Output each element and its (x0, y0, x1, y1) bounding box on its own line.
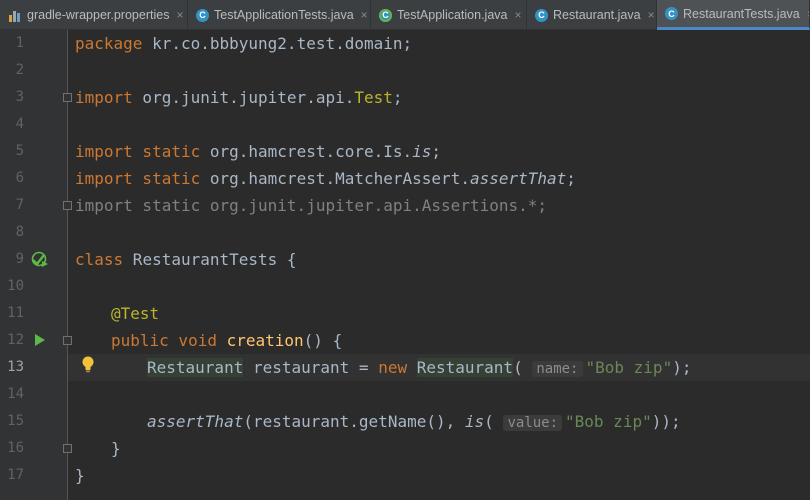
statement-end: ); (672, 358, 692, 377)
line-number: 16 (7, 440, 24, 456)
editor-tab-bar: gradle-wrapper.properties × C TestApplic… (0, 0, 810, 30)
code-line-7: import static org.junit.jupiter.api.Asse… (75, 196, 548, 215)
import-package: org.hamcrest.core.Is. (200, 142, 413, 161)
import-package: org.junit.jupiter.api. (132, 88, 355, 107)
class-icon: C (665, 7, 678, 20)
properties-icon (8, 9, 22, 22)
code-line-11: @Test (111, 300, 159, 327)
import-class: Test (354, 88, 393, 107)
type-name: Restaurant (147, 358, 244, 377)
tab-label: Restaurant.java (553, 8, 641, 22)
close-icon[interactable]: × (648, 8, 655, 22)
line-number: 17 (7, 467, 24, 483)
keyword: package (75, 34, 143, 53)
code-line-3: import org.junit.jupiter.api.Test; (75, 84, 403, 111)
import-member: is (412, 142, 432, 161)
tab-restaurant-java[interactable]: C Restaurant.java × (527, 0, 657, 30)
string-literal: "Bob zip" (585, 358, 673, 377)
line-number-current: 13 (7, 359, 24, 375)
variable-assign: restaurant = (243, 358, 379, 377)
line-number: 8 (15, 224, 24, 240)
code-line-13: Restaurant restaurant = new Restaurant( … (147, 354, 691, 381)
code-line-16: } (111, 439, 121, 458)
package-name: kr.co.bbbyung2.test.domain; (142, 34, 413, 53)
constructor-name: Restaurant (416, 358, 514, 377)
code-line-9: class RestaurantTests { (75, 246, 297, 273)
spring-class-icon: C (379, 8, 392, 22)
method-call: assertThat (147, 412, 244, 431)
keyword: import (75, 88, 133, 107)
keyword: import static (75, 169, 201, 188)
semicolon: ; (566, 169, 576, 188)
fold-marker-icon[interactable] (63, 93, 72, 102)
close-icon[interactable]: × (361, 8, 368, 22)
keyword: public void (111, 331, 217, 350)
line-number: 11 (7, 305, 24, 321)
statement-end: )); (651, 412, 681, 431)
line-number: 9 (15, 251, 24, 267)
semicolon: ; (392, 88, 403, 107)
keyword: class (75, 250, 124, 269)
import-member: assertThat (469, 169, 567, 188)
fold-marker-icon[interactable] (63, 336, 72, 345)
class-declaration: RestaurantTests { (123, 250, 297, 269)
fold-marker-icon[interactable] (63, 444, 72, 453)
import-package: org.hamcrest.MatcherAssert. (200, 169, 470, 188)
line-number: 15 (7, 413, 24, 429)
code-line-6: import static org.hamcrest.MatcherAssert… (75, 165, 576, 192)
code-line-12: public void creation() { (111, 327, 342, 354)
run-test-icon[interactable] (34, 333, 46, 347)
class-icon: C (196, 8, 209, 22)
tab-label: RestaurantTests.java (683, 6, 800, 21)
method-params: () { (303, 331, 343, 350)
line-number: 1 (15, 35, 24, 51)
tab-testapplicationtests-java[interactable]: C TestApplicationTests.java × (188, 0, 371, 30)
keyword: import static (75, 142, 201, 161)
code-line-17: } (75, 466, 85, 485)
close-icon[interactable]: × (514, 8, 521, 22)
line-number: 5 (15, 143, 24, 159)
method-call: is (464, 412, 485, 431)
semicolon: ; (431, 142, 442, 161)
paren: ( (484, 412, 494, 431)
run-tests-icon[interactable] (31, 251, 49, 268)
tab-restauranttests-java[interactable]: C RestaurantTests.java × (657, 0, 810, 30)
method-name: creation (226, 331, 304, 350)
line-number: 14 (7, 386, 24, 402)
line-number: 10 (7, 278, 24, 294)
tab-label: gradle-wrapper.properties (27, 8, 170, 22)
tab-testapplication-java[interactable]: C TestApplication.java × (371, 0, 527, 30)
close-icon[interactable]: × (176, 8, 183, 22)
code-line-5: import static org.hamcrest.core.Is.is; (75, 138, 441, 165)
annotation: @Test (111, 304, 160, 323)
line-number: 12 (7, 332, 24, 348)
class-icon: C (535, 8, 548, 22)
tab-label: TestApplicationTests.java (214, 8, 354, 22)
code-line-1: package kr.co.bbbyung2.test.domain; (75, 30, 412, 57)
tab-gradle-wrapper-properties[interactable]: gradle-wrapper.properties × (0, 0, 188, 30)
paren: ( (513, 358, 523, 377)
parameter-hint: name: (532, 361, 583, 377)
lightbulb-icon[interactable] (81, 356, 95, 373)
line-number: 2 (15, 62, 24, 78)
tab-label: TestApplication.java (397, 8, 508, 22)
parameter-hint: value: (503, 415, 563, 431)
line-number: 6 (15, 170, 24, 186)
line-number: 4 (15, 116, 24, 132)
fold-marker-icon[interactable] (63, 201, 72, 210)
arguments: (restaurant.getName(), (243, 412, 465, 431)
keyword: new (378, 358, 408, 377)
code-line-15: assertThat(restaurant.getName(), is( val… (147, 408, 681, 435)
line-number: 7 (15, 197, 24, 213)
line-number: 3 (15, 89, 24, 105)
string-literal: "Bob zip" (565, 412, 652, 431)
